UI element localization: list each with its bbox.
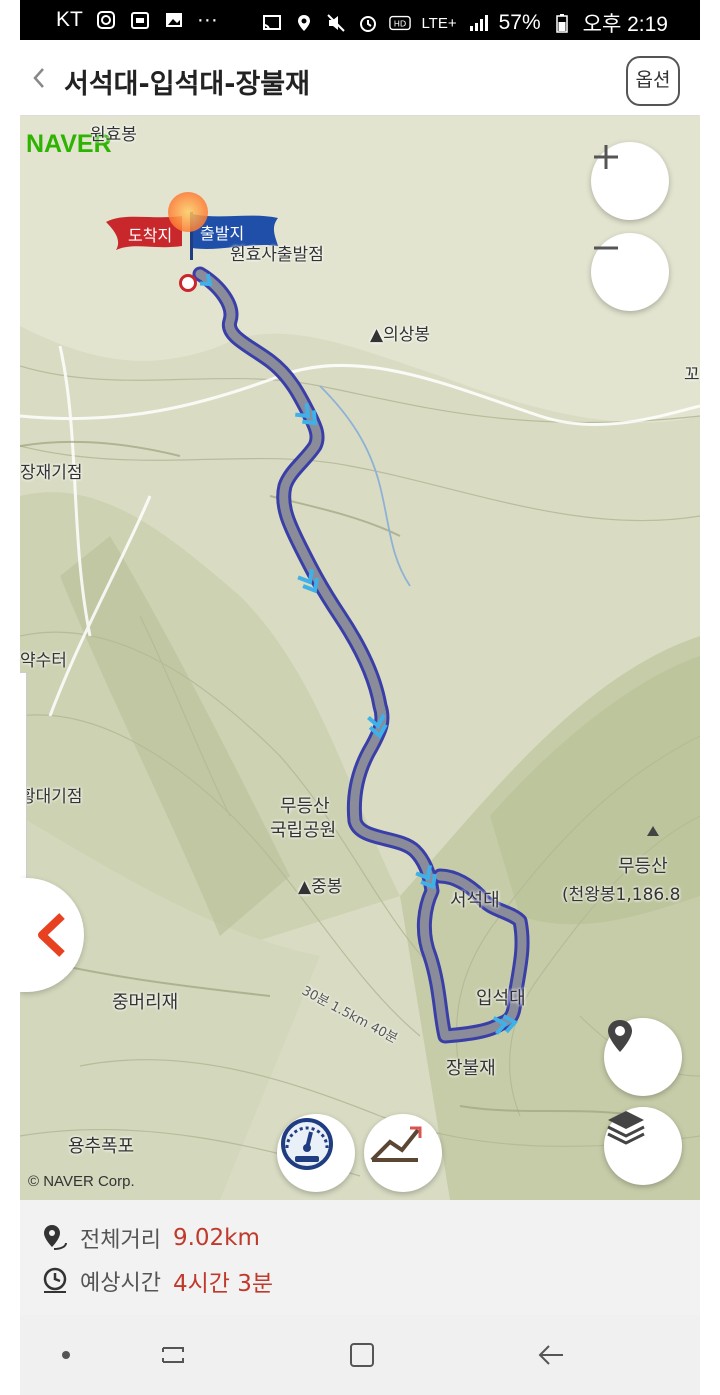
- location-status-icon: [298, 15, 311, 31]
- alarm-icon: [360, 16, 377, 32]
- speed-button[interactable]: [277, 1114, 355, 1192]
- route-summary: 전체거리 9.02km 예상시간 4시간 3분: [20, 1200, 700, 1315]
- label-yaksuteo: 약수터: [20, 651, 67, 671]
- hd-voice-icon: HD: [389, 15, 412, 31]
- estimated-time-icon: [43, 1267, 67, 1293]
- svg-text:HD: HD: [394, 19, 407, 29]
- minus-icon: [594, 246, 618, 250]
- back-button[interactable]: [24, 60, 54, 96]
- mute-icon: [327, 14, 346, 32]
- map-copyright: © NAVER Corp.: [28, 1173, 135, 1190]
- label-uisangbong: ▲의상봉: [370, 325, 430, 345]
- map-pin-icon: [608, 1020, 632, 1052]
- time-label: 예상시간: [80, 1271, 161, 1296]
- gallery-icon: [165, 13, 182, 27]
- network-type-label: LTE+: [421, 14, 457, 32]
- label-yongchupokpo: 용추폭포: [68, 1136, 135, 1157]
- home-icon: [350, 1343, 374, 1367]
- label-jangbuljae: 장불재: [446, 1058, 496, 1079]
- label-seoseokdae: 서석대: [450, 890, 500, 911]
- chevron-left-icon: [33, 68, 44, 88]
- recent-apps-button[interactable]: [154, 1337, 194, 1373]
- zoom-in-button[interactable]: [591, 142, 669, 220]
- my-location-button[interactable]: [604, 1018, 682, 1096]
- more-notifications-icon: ···: [196, 8, 218, 31]
- battery-icon: [555, 14, 568, 33]
- label-mudeungsan-peak: 무등산: [618, 856, 668, 877]
- system-nav-bar: [20, 1315, 700, 1395]
- label-jaegijeom: 장재기점: [20, 463, 83, 483]
- label-hwangdaegijeom: 황대기점: [20, 787, 83, 807]
- label-park-line2: 국립공원: [270, 820, 337, 841]
- app-notification-icon: [130, 12, 149, 29]
- time-value: 4시간 3분: [172, 1271, 274, 1297]
- distance-label: 전체거리: [80, 1228, 161, 1253]
- label-jungbong: ▲중봉: [298, 877, 343, 897]
- distance-row: 전체거리 9.02km: [40, 1222, 260, 1254]
- signal-icon: [469, 15, 488, 31]
- nav-dot-button[interactable]: [46, 1337, 86, 1373]
- options-button[interactable]: 옵션: [626, 56, 680, 106]
- back-arrow-icon: [538, 1345, 563, 1365]
- instagram-icon: [96, 11, 115, 29]
- elevation-button[interactable]: [364, 1114, 442, 1192]
- start-pin: [179, 274, 197, 292]
- layers-icon: [607, 1111, 645, 1145]
- status-bar: KT ··· HD LTE+ 57% 오후 2:19: [20, 0, 700, 40]
- cast-icon: [263, 15, 282, 31]
- label-cheonwangbong: (천왕봉1,186.8: [562, 885, 681, 905]
- map-layers-button[interactable]: [604, 1107, 682, 1185]
- label-edge-right: 꼬: [684, 365, 700, 385]
- label-wonhyobong: 원효봉: [90, 125, 137, 145]
- battery-percent: 57%: [498, 11, 541, 34]
- home-button[interactable]: [342, 1337, 382, 1373]
- label-park-line1: 무등산: [280, 796, 330, 817]
- label-jungmeorijae: 중머리재: [112, 992, 179, 1013]
- arrival-label: 도착지: [128, 226, 173, 245]
- clock: 오후 2:19: [582, 13, 668, 36]
- plus-icon: [594, 145, 618, 169]
- chevron-left-icon: [38, 913, 65, 957]
- map-view[interactable]: NAVER 도착지 출발지 원효봉 원효사출발점 ▲의상봉 장재기점 약수터 황…: [20, 116, 700, 1200]
- label-wonhyosa: 원효사출발점: [230, 245, 324, 265]
- back-nav-button[interactable]: [532, 1337, 572, 1373]
- speedometer-icon: [281, 1118, 333, 1170]
- app-header: 서석대-입석대-장불재 옵션: [20, 40, 700, 116]
- dot-icon: [62, 1351, 70, 1359]
- distance-value: 9.02km: [172, 1225, 260, 1251]
- recent-apps-icon: [162, 1347, 184, 1363]
- zoom-out-button[interactable]: [591, 233, 669, 311]
- label-ipseokdae: 입석대: [476, 988, 526, 1009]
- page-title: 서석대-입석대-장불재: [64, 69, 310, 100]
- route-distance-icon: [44, 1225, 67, 1250]
- elevation-profile-icon: [370, 1126, 422, 1162]
- time-row: 예상시간 4시간 3분: [40, 1264, 273, 1298]
- user-location-dot: [168, 192, 208, 232]
- carrier-label: KT: [56, 8, 83, 31]
